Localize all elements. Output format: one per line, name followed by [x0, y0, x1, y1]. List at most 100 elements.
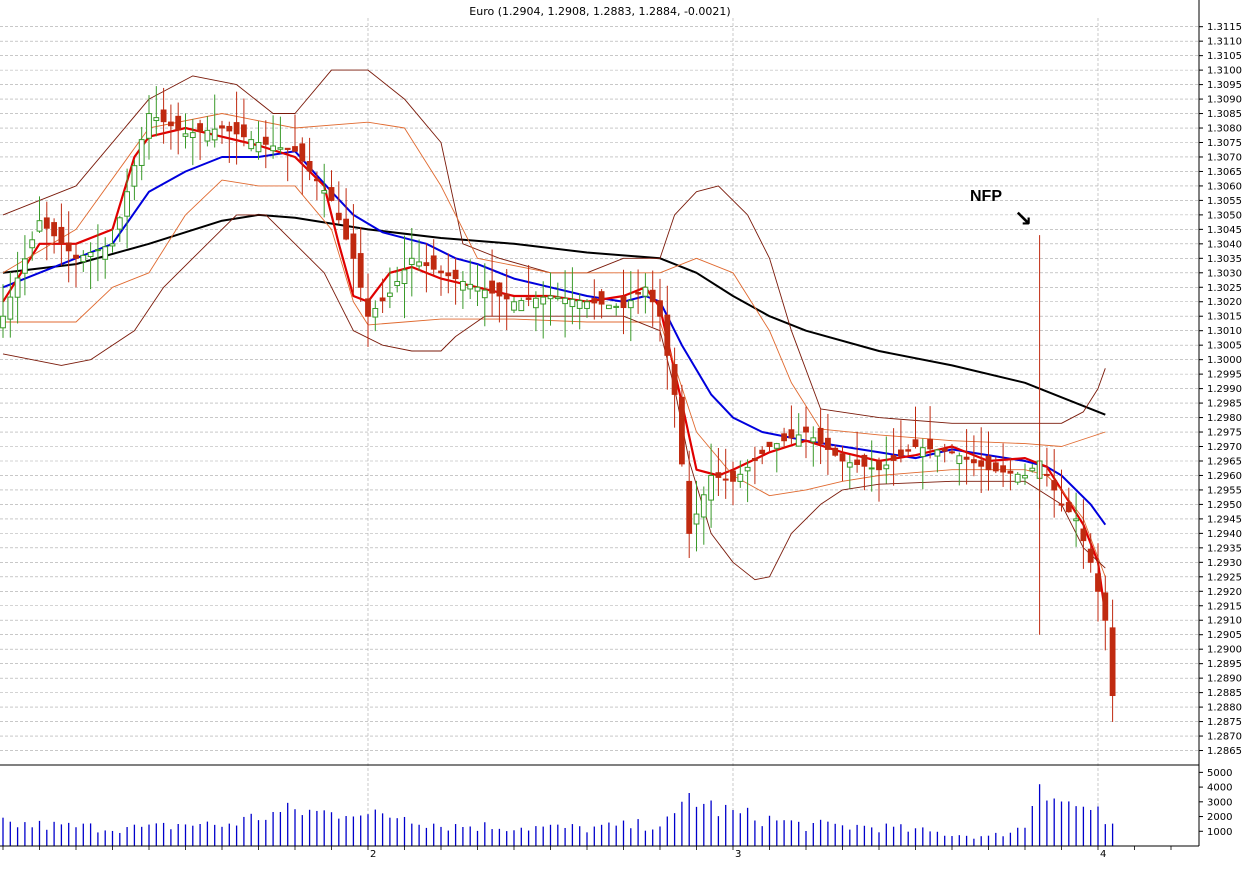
candle-body: [51, 222, 58, 237]
candle-body: [606, 304, 612, 310]
candle-body: [350, 233, 357, 259]
y-tick-label: 1.3055: [1207, 196, 1242, 207]
candle-body: [241, 124, 247, 138]
candle-body: [540, 296, 547, 305]
candle-body: [503, 293, 510, 300]
candle-body: [963, 456, 970, 460]
candle-body: [189, 132, 196, 139]
candle-body: [766, 441, 773, 448]
candle-body: [1102, 592, 1109, 621]
y-tick-label: 1.2895: [1207, 659, 1242, 670]
candle-body: [262, 136, 269, 145]
y-tick-label: 1.2865: [1207, 746, 1242, 757]
candle-body: [883, 464, 890, 470]
candle-body: [204, 129, 211, 142]
candle-body: [80, 254, 87, 263]
y-tick-label: 1.3010: [1207, 326, 1242, 337]
candle-body: [1029, 467, 1036, 472]
y-tick-label: 1.2900: [1207, 645, 1242, 656]
y-tick-label: 1.3115: [1207, 22, 1242, 33]
candle-body: [890, 455, 897, 461]
y-tick-label: 1.2910: [1207, 616, 1242, 627]
candle-body: [321, 190, 328, 194]
candle-body: [299, 143, 306, 162]
candle-body: [73, 254, 79, 259]
candle-body: [744, 466, 751, 472]
candle-body: [1058, 503, 1065, 506]
candle-body: [95, 249, 101, 252]
candle-body: [314, 178, 320, 182]
candle-body: [292, 146, 298, 152]
candle-body: [1044, 473, 1050, 476]
candle-body: [335, 212, 342, 221]
y-tick-label: 1.2925: [1207, 572, 1242, 583]
x-tick-label: 3: [735, 849, 741, 860]
candle-body: [737, 473, 744, 482]
y-tick-label: 1.3015: [1207, 312, 1242, 323]
candle-body: [627, 300, 634, 309]
y-tick-label: 1.3110: [1207, 37, 1242, 48]
y-tick-label: 1.2965: [1207, 456, 1242, 467]
candle-body: [700, 494, 707, 518]
y-tick-label: 1.3105: [1207, 51, 1242, 62]
y-tick-label: 1.2975: [1207, 428, 1242, 439]
candle-body: [905, 449, 912, 452]
candle-body: [511, 301, 517, 311]
candle-body: [43, 217, 50, 229]
candle-body: [518, 300, 525, 312]
candle-body: [284, 147, 291, 150]
candle-body: [839, 453, 846, 462]
y-tick-label: 1.3070: [1207, 152, 1242, 163]
candle-body: [36, 220, 43, 232]
y-tick-label: 1.2890: [1207, 674, 1242, 685]
volume-tick-label: 1000: [1207, 827, 1232, 838]
candle-body: [715, 472, 722, 478]
y-tick-label: 1.3000: [1207, 355, 1242, 366]
candle-body: [854, 459, 861, 465]
candle-body: [22, 258, 28, 274]
y-tick-label: 1.3025: [1207, 283, 1242, 294]
candle-body: [109, 243, 116, 247]
candle-body: [1014, 473, 1021, 483]
candle-body: [248, 139, 255, 150]
candle-body: [576, 300, 583, 309]
candle-body: [58, 226, 65, 244]
candle-body: [131, 165, 138, 187]
y-tick-label: 1.3050: [1207, 210, 1242, 221]
candle-body: [730, 470, 736, 482]
candle-body: [1087, 548, 1094, 563]
candle-body: [752, 458, 758, 461]
candle-body: [810, 437, 817, 443]
candle-body: [708, 474, 715, 501]
candle-body: [533, 297, 539, 309]
candle-body: [642, 286, 649, 297]
candle-body: [817, 427, 824, 445]
candle-body: [1065, 502, 1072, 513]
y-tick-label: 1.3060: [1207, 181, 1242, 192]
y-tick-label: 1.3040: [1207, 239, 1242, 250]
candle-body: [175, 115, 182, 131]
candle-body: [584, 301, 590, 309]
candle-body: [671, 364, 678, 395]
y-tick-label: 1.3095: [1207, 80, 1242, 91]
candle-body: [992, 462, 999, 472]
candle-body: [547, 295, 554, 300]
candle-body: [343, 218, 350, 240]
candle-body: [569, 298, 576, 308]
candle-body: [1022, 474, 1028, 479]
y-tick-label: 1.2875: [1207, 717, 1242, 728]
y-tick-label: 1.2955: [1207, 485, 1242, 496]
candle-body: [277, 147, 284, 150]
candle-body: [620, 296, 627, 309]
volume-tick-label: 3000: [1207, 797, 1232, 808]
candle-body: [416, 261, 423, 267]
candle-body: [773, 443, 780, 449]
candle-body: [898, 449, 904, 457]
candle-body: [1051, 480, 1058, 491]
y-tick-label: 1.3065: [1207, 167, 1242, 178]
y-tick-label: 1.3035: [1207, 254, 1242, 265]
y-tick-label: 1.2905: [1207, 630, 1242, 641]
y-tick-label: 1.2945: [1207, 514, 1242, 525]
volume-tick-label: 5000: [1207, 768, 1232, 779]
candle-body: [423, 262, 430, 267]
